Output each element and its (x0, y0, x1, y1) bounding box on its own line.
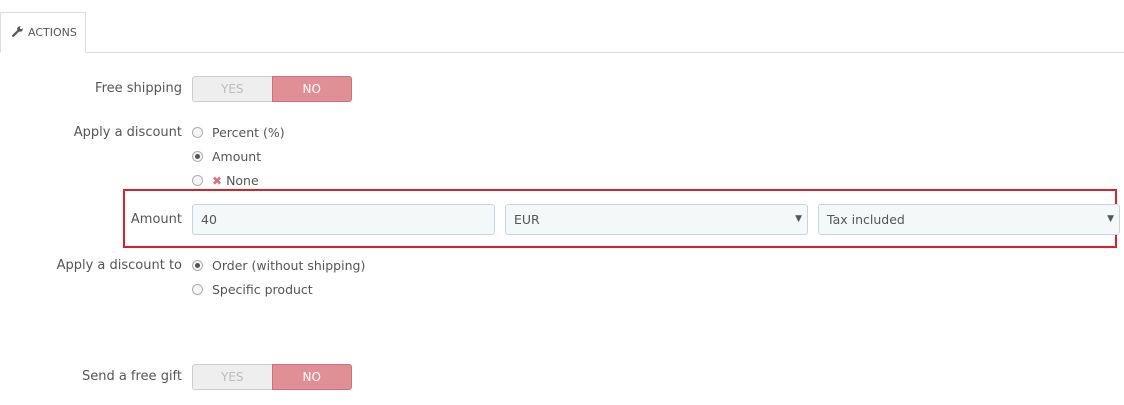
tab-actions-label: ACTIONS (28, 26, 77, 39)
discount-to-product-label: Specific product (212, 282, 313, 297)
tax-select[interactable]: Tax included ▼ (818, 204, 1120, 235)
discount-to-order-option[interactable]: Order (without shipping) (192, 258, 365, 273)
free-shipping-label: Free shipping (95, 81, 182, 96)
apply-discount-to-label: Apply a discount to (56, 258, 182, 273)
amount-input[interactable]: 40 (192, 204, 495, 235)
free-shipping-no[interactable]: NO (271, 76, 352, 102)
currency-select[interactable]: EUR ▼ (505, 204, 808, 235)
discount-to-product-option[interactable]: Specific product (192, 282, 313, 297)
discount-to-order-radio[interactable] (192, 260, 203, 271)
discount-to-order-label: Order (without shipping) (212, 258, 366, 273)
discount-percent-option[interactable]: Percent (%) (192, 125, 285, 140)
apply-discount-label: Apply a discount (73, 125, 182, 140)
free-shipping-yes[interactable]: YES (192, 76, 272, 102)
discount-amount-radio[interactable] (192, 151, 203, 162)
discount-to-product-radio[interactable] (192, 284, 203, 295)
free-gift-label: Send a free gift (81, 369, 182, 384)
discount-percent-label: Percent (%) (212, 125, 285, 140)
tab-actions[interactable]: ACTIONS (0, 12, 86, 53)
discount-none-radio[interactable] (192, 175, 203, 186)
discount-amount-label: Amount (212, 149, 262, 164)
caret-down-icon: ▼ (1107, 214, 1114, 224)
discount-none-label: None (226, 173, 259, 188)
x-icon: ✖ (212, 173, 223, 188)
free-gift-switch[interactable]: YES NO (192, 364, 352, 390)
wrench-icon (12, 25, 28, 40)
currency-value: EUR (514, 212, 540, 227)
discount-amount-option[interactable]: Amount (192, 149, 261, 164)
discount-none-option[interactable]: ✖ None (192, 173, 259, 188)
discount-percent-radio[interactable] (192, 127, 203, 138)
tax-value: Tax included (827, 212, 905, 227)
amount-label: Amount (130, 212, 182, 227)
caret-down-icon: ▼ (795, 214, 802, 224)
tab-bar-divider (0, 52, 1124, 53)
free-shipping-switch[interactable]: YES NO (192, 76, 352, 102)
free-gift-yes[interactable]: YES (192, 364, 272, 390)
free-gift-no[interactable]: NO (271, 364, 352, 390)
